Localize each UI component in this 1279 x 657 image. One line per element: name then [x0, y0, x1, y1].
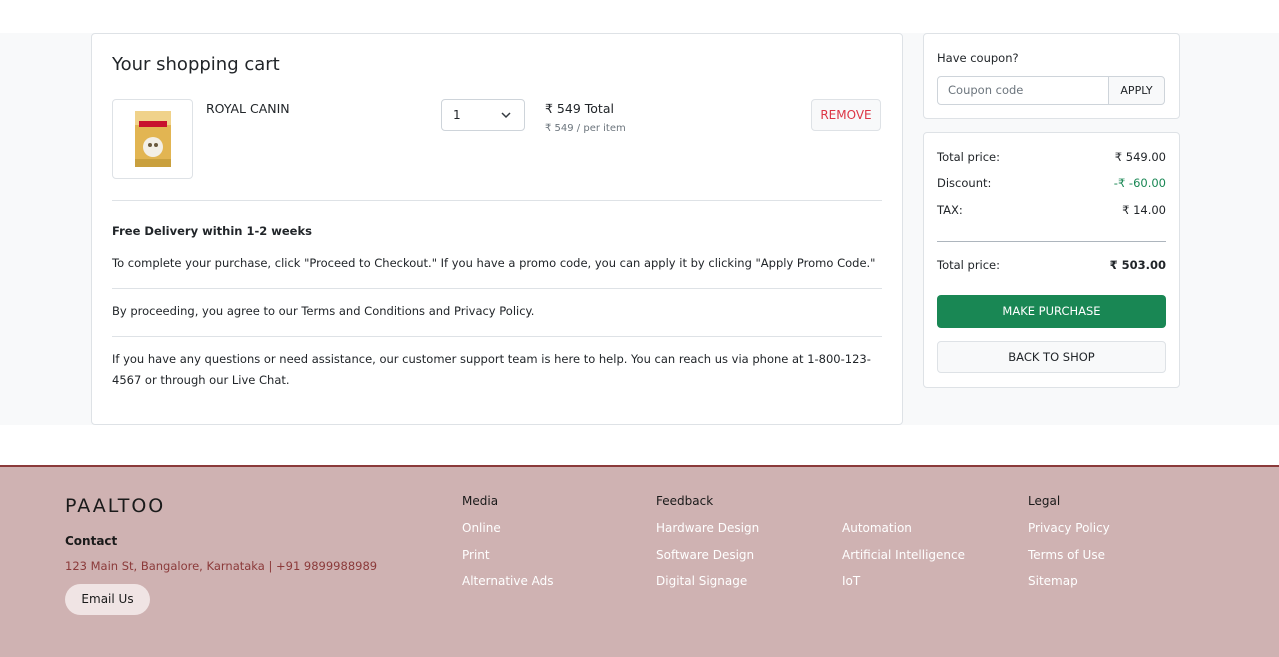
tax-label: TAX:	[937, 203, 963, 217]
footer-link-automation[interactable]: Automation	[842, 521, 912, 535]
total-price-value: ₹ 549.00	[1114, 150, 1166, 164]
footer-link-privacy-policy[interactable]: Privacy Policy	[1028, 521, 1110, 535]
footer-link-iot[interactable]: IoT	[842, 574, 860, 588]
footer-link-online[interactable]: Online	[462, 521, 501, 535]
footer-link-alternative-ads[interactable]: Alternative Ads	[462, 574, 554, 588]
footer-legal-title: Legal	[1028, 494, 1061, 508]
support-note: If you have any questions or need assist…	[112, 352, 871, 387]
summary-row-final: Total price: ₹ 503.00	[937, 258, 1166, 272]
discount-label: Discount:	[937, 176, 992, 190]
cart-card: Your shopping cart ROYAL CANIN 1 ₹ 549 T…	[91, 33, 903, 425]
top-strip	[0, 0, 1279, 33]
order-summary-card: Total price: ₹ 549.00 Discount: -₹ -60.0…	[923, 132, 1180, 388]
footer-link-artificial-intelligence[interactable]: Artificial Intelligence	[842, 548, 965, 562]
coupon-card: Have coupon? Coupon code APPLY	[923, 33, 1180, 119]
coupon-input[interactable]: Coupon code	[937, 76, 1109, 105]
cart-title: Your shopping cart	[112, 54, 280, 75]
product-name[interactable]: ROYAL CANIN	[206, 101, 290, 116]
footer: PAALTOO Contact 123 Main St, Bangalore, …	[0, 465, 1279, 657]
quantity-value: 1	[453, 108, 461, 122]
email-us-button[interactable]: Email Us	[65, 584, 150, 615]
item-unit-price: ₹ 549 / per item	[545, 123, 626, 134]
summary-row-tax: TAX: ₹ 14.00	[937, 203, 1166, 217]
summary-divider	[937, 241, 1166, 242]
tax-value: ₹ 14.00	[1122, 203, 1166, 217]
footer-media-title: Media	[462, 494, 499, 508]
footer-brand-logo[interactable]: PAALTOO	[65, 495, 165, 517]
checkout-note: To complete your purchase, click "Procee…	[112, 256, 876, 270]
terms-note: By proceeding, you agree to our Terms an…	[112, 304, 535, 318]
final-price-value: ₹ 503.00	[1109, 258, 1166, 272]
footer-link-print[interactable]: Print	[462, 548, 490, 562]
footer-feedback-title: Feedback	[656, 494, 714, 508]
summary-row-discount: Discount: -₹ -60.00	[937, 176, 1166, 190]
summary-row-total: Total price: ₹ 549.00	[937, 150, 1166, 164]
footer-link-hardware-design[interactable]: Hardware Design	[656, 521, 759, 535]
footer-link-software-design[interactable]: Software Design	[656, 548, 754, 562]
divider	[112, 288, 882, 289]
chevron-down-icon	[501, 112, 511, 119]
contact-title: Contact	[65, 534, 118, 548]
back-to-shop-button[interactable]: BACK TO SHOP	[937, 341, 1166, 373]
make-purchase-button[interactable]: MAKE PURCHASE	[937, 295, 1166, 328]
total-price-label: Total price:	[937, 150, 1001, 164]
footer-link-digital-signage[interactable]: Digital Signage	[656, 574, 747, 588]
quantity-select[interactable]: 1	[441, 99, 525, 131]
coupon-label: Have coupon?	[937, 51, 1019, 65]
delivery-note: Free Delivery within 1-2 weeks	[112, 224, 312, 238]
final-price-label: Total price:	[937, 258, 1001, 272]
divider	[112, 336, 882, 337]
product-image[interactable]	[112, 99, 193, 179]
apply-coupon-button[interactable]: APPLY	[1108, 76, 1165, 105]
discount-value: -₹ -60.00	[1113, 176, 1166, 190]
footer-link-terms-of-use[interactable]: Terms of Use	[1028, 548, 1105, 562]
footer-link-sitemap[interactable]: Sitemap	[1028, 574, 1078, 588]
remove-button[interactable]: REMOVE	[811, 99, 881, 131]
item-total-price: ₹ 549 Total	[545, 101, 614, 116]
divider	[112, 200, 882, 201]
contact-address: 123 Main St, Bangalore, Karnataka | +91 …	[65, 559, 378, 573]
product-bag-icon	[134, 111, 171, 167]
